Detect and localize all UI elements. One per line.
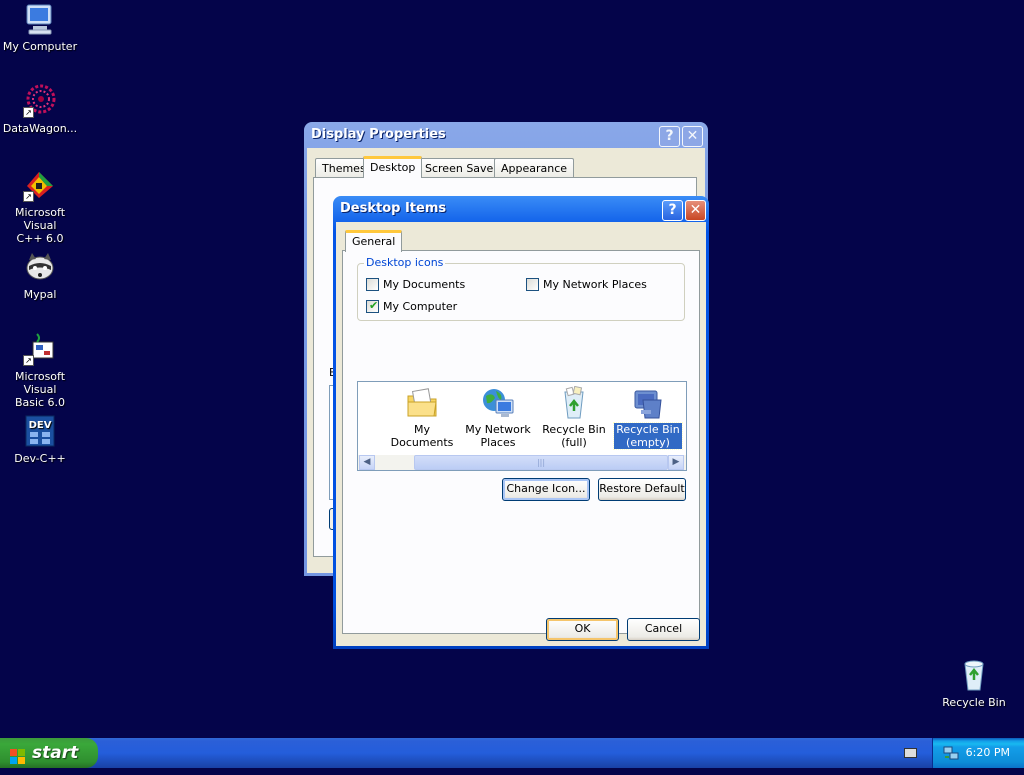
change-icon-button[interactable]: Change Icon... bbox=[502, 478, 590, 501]
window-title: Display Properties bbox=[311, 127, 446, 142]
dev-cpp-icon: DEV bbox=[23, 414, 57, 448]
desktop-items-dialog[interactable]: Desktop Items ? ✕ General Desktop icons … bbox=[333, 196, 709, 649]
start-button[interactable]: start bbox=[0, 738, 98, 768]
checkbox-my-computer[interactable]: ✔ My Computer bbox=[366, 299, 458, 313]
general-panel: Desktop icons My Documents My Network Pl… bbox=[342, 250, 700, 634]
keyboard-icon[interactable] bbox=[904, 748, 917, 758]
icon-item-recycle-bin-full[interactable]: Recycle Bin (full) bbox=[537, 384, 611, 449]
ok-button[interactable]: OK bbox=[546, 618, 619, 641]
icon-list-view[interactable]: uter My Documents My Network Places Recy… bbox=[357, 381, 687, 471]
close-button[interactable]: ✕ bbox=[682, 126, 703, 147]
desktop-icon-label: Dev-C++ bbox=[14, 452, 66, 465]
checkbox-my-documents[interactable]: My Documents bbox=[366, 278, 465, 291]
desktop-icon-visual-basic[interactable]: ↗ Microsoft Visual Basic 6.0 bbox=[0, 332, 80, 409]
icon-item-label: My Network Places bbox=[465, 423, 531, 449]
close-button[interactable]: ✕ bbox=[685, 200, 706, 221]
icon-item-label: Recycle Bin (full) bbox=[542, 423, 606, 449]
clock[interactable]: 6:20 PM bbox=[966, 746, 1010, 759]
recycle-bin-full-icon bbox=[557, 385, 591, 420]
desktop-icon-my-computer[interactable]: My Computer bbox=[0, 2, 80, 53]
cancel-button[interactable]: Cancel bbox=[627, 618, 700, 641]
svg-text:DEV: DEV bbox=[29, 420, 52, 431]
desktop-icons-group: Desktop icons My Documents My Network Pl… bbox=[357, 256, 685, 321]
scroll-thumb[interactable]: ||| bbox=[414, 455, 668, 470]
checkbox-label: My Documents bbox=[383, 278, 466, 291]
shortcut-arrow-icon: ↗ bbox=[23, 355, 34, 366]
desktop-icon-label: Microsoft Visual Basic 6.0 bbox=[14, 370, 66, 409]
checkmark-icon: ✔ bbox=[369, 299, 379, 312]
shortcut-arrow-icon: ↗ bbox=[23, 107, 34, 118]
help-button[interactable]: ? bbox=[662, 200, 683, 221]
checkbox-label: My Computer bbox=[383, 300, 458, 313]
icon-item-network-places[interactable]: My Network Places bbox=[461, 384, 535, 449]
desktop-icon-datawagon[interactable]: ↗ DataWagon... bbox=[0, 84, 80, 135]
tab-desktop[interactable]: Desktop bbox=[363, 156, 423, 178]
icon-item-label: Recycle Bin (empty) bbox=[613, 422, 683, 450]
desktop-icon-dev-cpp[interactable]: DEV Dev-C++ bbox=[0, 414, 80, 465]
taskbar: start 6:20 PM bbox=[0, 738, 1024, 768]
recycle-bin-icon bbox=[957, 658, 991, 692]
desktop-icon-label: Microsoft Visual C++ 6.0 bbox=[14, 206, 66, 245]
tab-general[interactable]: General bbox=[345, 230, 403, 252]
network-places-icon bbox=[481, 386, 515, 420]
windows-flag-icon bbox=[10, 745, 26, 764]
dialog-title: Desktop Items bbox=[340, 201, 447, 216]
network-tray-icon[interactable] bbox=[943, 745, 959, 761]
shortcut-arrow-icon: ↗ bbox=[23, 191, 34, 202]
checkbox-my-network-places[interactable]: My Network Places bbox=[526, 278, 647, 291]
system-tray: 6:20 PM bbox=[932, 738, 1024, 768]
visual-basic-icon: ↗ bbox=[23, 332, 57, 366]
tab-screen-saver[interactable]: Screen Saver bbox=[418, 158, 505, 178]
checkbox-box[interactable]: ✔ bbox=[366, 299, 379, 313]
checkbox-box[interactable] bbox=[526, 278, 539, 291]
checkbox-label: My Network Places bbox=[543, 278, 647, 291]
icon-item-label: My Documents bbox=[390, 423, 454, 449]
checkbox-box[interactable] bbox=[366, 278, 379, 291]
restore-default-button[interactable]: Restore Default bbox=[598, 478, 686, 501]
mypal-raccoon-icon bbox=[23, 250, 57, 284]
recycle-bin-empty-icon bbox=[631, 386, 665, 420]
horizontal-scrollbar[interactable]: ◀ ||| ▶ bbox=[358, 455, 686, 470]
scroll-right-button[interactable]: ▶ bbox=[668, 455, 684, 470]
my-documents-icon bbox=[405, 386, 439, 420]
my-computer-icon bbox=[358, 386, 360, 420]
desktop-icon-label: Mypal bbox=[23, 288, 57, 301]
datawagon-icon: ↗ bbox=[23, 84, 57, 118]
desktop-icon-recycle-bin[interactable]: Recycle Bin bbox=[934, 658, 1014, 709]
icon-item-my-documents[interactable]: My Documents bbox=[385, 384, 459, 449]
desktop-icon-visual-cpp[interactable]: ↗ Microsoft Visual C++ 6.0 bbox=[0, 168, 80, 245]
desktop-icon-label: Recycle Bin bbox=[942, 696, 1006, 709]
dialog-client: General Desktop icons My Documents My Ne… bbox=[336, 222, 706, 646]
desktop-icon-mypal[interactable]: Mypal bbox=[0, 250, 80, 301]
start-label: start bbox=[32, 743, 79, 763]
group-label: Desktop icons bbox=[364, 256, 446, 269]
desktop-icon-label: DataWagon... bbox=[2, 122, 78, 135]
icon-item-my-computer[interactable]: uter bbox=[358, 384, 380, 436]
my-computer-icon bbox=[23, 2, 57, 36]
desktop-icon-label: My Computer bbox=[2, 40, 78, 53]
icon-item-recycle-bin-empty[interactable]: Recycle Bin (empty) bbox=[611, 384, 685, 450]
help-button[interactable]: ? bbox=[659, 126, 680, 147]
scroll-left-button[interactable]: ◀ bbox=[359, 455, 375, 470]
visual-cpp-icon: ↗ bbox=[23, 168, 57, 202]
tab-appearance[interactable]: Appearance bbox=[494, 158, 575, 178]
